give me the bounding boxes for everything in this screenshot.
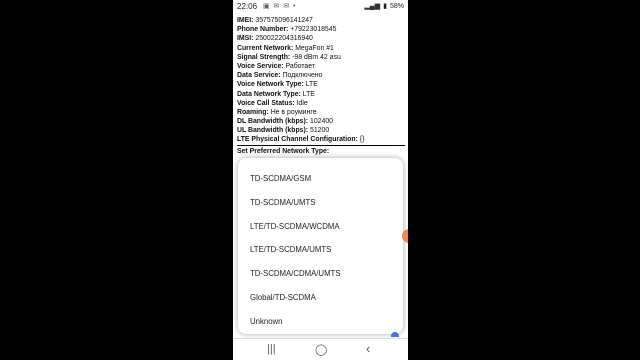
info-label: Data Service: <box>237 72 281 80</box>
option-unknown[interactable]: Unknown <box>250 317 283 326</box>
info-row-imsi: IMSI: 250022204316940 <box>237 34 405 43</box>
info-label: DL Bandwidth (kbps): <box>237 118 309 126</box>
option-global-td-scdma[interactable]: Global/TD-SCDMA <box>250 293 316 302</box>
info-value: Работает <box>283 62 316 70</box>
battery-percent: 58% <box>389 2 404 10</box>
navigation-bar: ||| ◯ ‹ <box>233 338 408 360</box>
option-lte-td-scdma-umts[interactable]: LTE/TD-SCDMA/UMTS <box>250 245 331 254</box>
info-row-lte-config: LTE Physical Channel Configuration: {} <box>237 135 405 146</box>
info-row-voice-service: Voice Service: Работает <box>237 62 405 71</box>
info-value: MegaFon #1 <box>293 44 334 52</box>
info-row-call-status: Voice Call Status: Idle <box>237 99 405 108</box>
network-type-dialog: TD-SCDMA/GSM TD-SCDMA/UMTS LTE/TD-SCDMA/… <box>238 158 403 334</box>
radio-info-panel: IMEI: 357575096141247 Phone Number: +792… <box>237 16 405 156</box>
info-label: Voice Network Type: <box>237 81 304 89</box>
info-label: LTE Physical Channel Configuration: <box>237 136 358 144</box>
info-value: LTE <box>303 81 318 89</box>
info-label: Current Network: <box>237 44 294 52</box>
back-button[interactable]: ‹ <box>366 341 370 356</box>
info-row-signal: Signal Strength: -98 dBm 42 asu <box>237 53 405 62</box>
option-td-scdma-gsm[interactable]: TD-SCDMA/GSM <box>250 174 311 183</box>
info-value: -98 dBm 42 asu <box>290 53 341 61</box>
option-td-scdma-cdma-umts[interactable]: TD-SCDMA/CDMA/UMTS <box>250 269 341 278</box>
info-value: Idle <box>294 99 308 107</box>
info-row-ul-bandwidth: UL Bandwidth (kbps): 51200 <box>237 126 405 135</box>
info-value: Не в роуминге <box>268 108 317 116</box>
home-button[interactable]: ◯ <box>315 343 327 356</box>
info-value: 357575096141247 <box>253 17 313 24</box>
status-time: 22:06 <box>237 2 258 11</box>
info-value: Подключено <box>280 72 323 80</box>
option-td-scdma-umts[interactable]: TD-SCDMA/UMTS <box>250 198 315 207</box>
info-row-dl-bandwidth: DL Bandwidth (kbps): 102400 <box>237 117 405 126</box>
info-label: IMEI: <box>237 17 254 24</box>
signal-icon: ▂▄▆ <box>364 3 381 10</box>
info-row-roaming: Roaming: Не в роуминге <box>237 108 405 117</box>
info-value: 250022204316940 <box>253 35 313 43</box>
info-row-phone: Phone Number: +79223018545 <box>237 25 405 34</box>
notification-icons: ▣ ✉ ✉ • <box>263 3 297 10</box>
status-right: ▂▄▆ ▮ 58% <box>364 2 404 11</box>
info-value: LTE <box>300 90 315 98</box>
info-label: Phone Number: <box>237 26 289 34</box>
info-label: Voice Call Status: <box>237 99 295 107</box>
info-row-network: Current Network: MegaFon #1 <box>237 44 405 53</box>
pref-label-text: Set Preferred Network Type: <box>237 147 330 155</box>
info-label: Signal Strength: <box>237 53 291 61</box>
battery-icon: ▮ <box>383 3 387 10</box>
phone-screen: 22:06 ▣ ✉ ✉ • ▂▄▆ ▮ 58% IMEI: 3575750961… <box>233 0 408 360</box>
preferred-network-label: Set Preferred Network Type: <box>237 147 405 156</box>
option-lte-td-scdma-wcdma[interactable]: LTE/TD-SCDMA/WCDMA <box>250 222 340 231</box>
info-row-voice-type: Voice Network Type: LTE <box>237 80 405 89</box>
info-label: IMSI: <box>237 35 254 43</box>
info-row-data-type: Data Network Type: LTE <box>237 90 405 99</box>
recents-button[interactable]: ||| <box>267 343 276 355</box>
info-label: UL Bandwidth (kbps): <box>237 127 309 135</box>
info-value: 102400 <box>308 118 333 126</box>
toggle-indicator <box>391 332 399 337</box>
info-row-imei: IMEI: 357575096141247 <box>237 16 405 25</box>
info-label: Roaming: <box>237 108 269 116</box>
info-value: +79223018545 <box>288 26 337 34</box>
info-value: 51200 <box>308 127 330 135</box>
info-label: Voice Service: <box>237 62 284 70</box>
info-label: Data Network Type: <box>237 90 301 98</box>
info-row-data-service: Data Service: Подключено <box>237 71 405 80</box>
info-value: {} <box>357 136 365 144</box>
status-bar: 22:06 ▣ ✉ ✉ • ▂▄▆ ▮ 58% <box>233 0 408 13</box>
